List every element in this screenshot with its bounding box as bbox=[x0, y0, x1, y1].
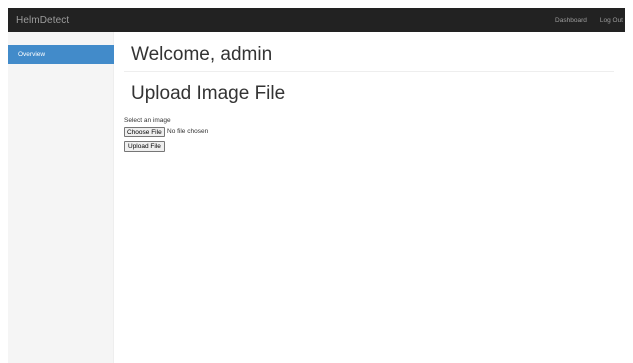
sidebar: Overview bbox=[8, 32, 114, 363]
sidebar-item-label: Overview bbox=[18, 51, 46, 58]
header-divider bbox=[124, 71, 614, 72]
upload-title: Upload Image File bbox=[131, 83, 286, 104]
file-status-text: No file chosen bbox=[167, 128, 209, 135]
nav-link-dashboard[interactable]: Dashboard bbox=[555, 17, 587, 24]
top-navbar: HelmDetect Dashboard Log Out bbox=[8, 8, 625, 32]
image-field-label: Select an image bbox=[124, 117, 171, 124]
nav-link-logout[interactable]: Log Out bbox=[600, 17, 623, 24]
choose-file-button[interactable]: Choose File bbox=[124, 127, 165, 137]
welcome-heading: Welcome, admin bbox=[131, 44, 273, 65]
sidebar-item-overview[interactable]: Overview bbox=[8, 45, 114, 64]
brand-link[interactable]: HelmDetect bbox=[8, 15, 69, 26]
nav-links: Dashboard Log Out bbox=[542, 17, 625, 24]
upload-file-button[interactable]: Upload File bbox=[124, 141, 165, 152]
